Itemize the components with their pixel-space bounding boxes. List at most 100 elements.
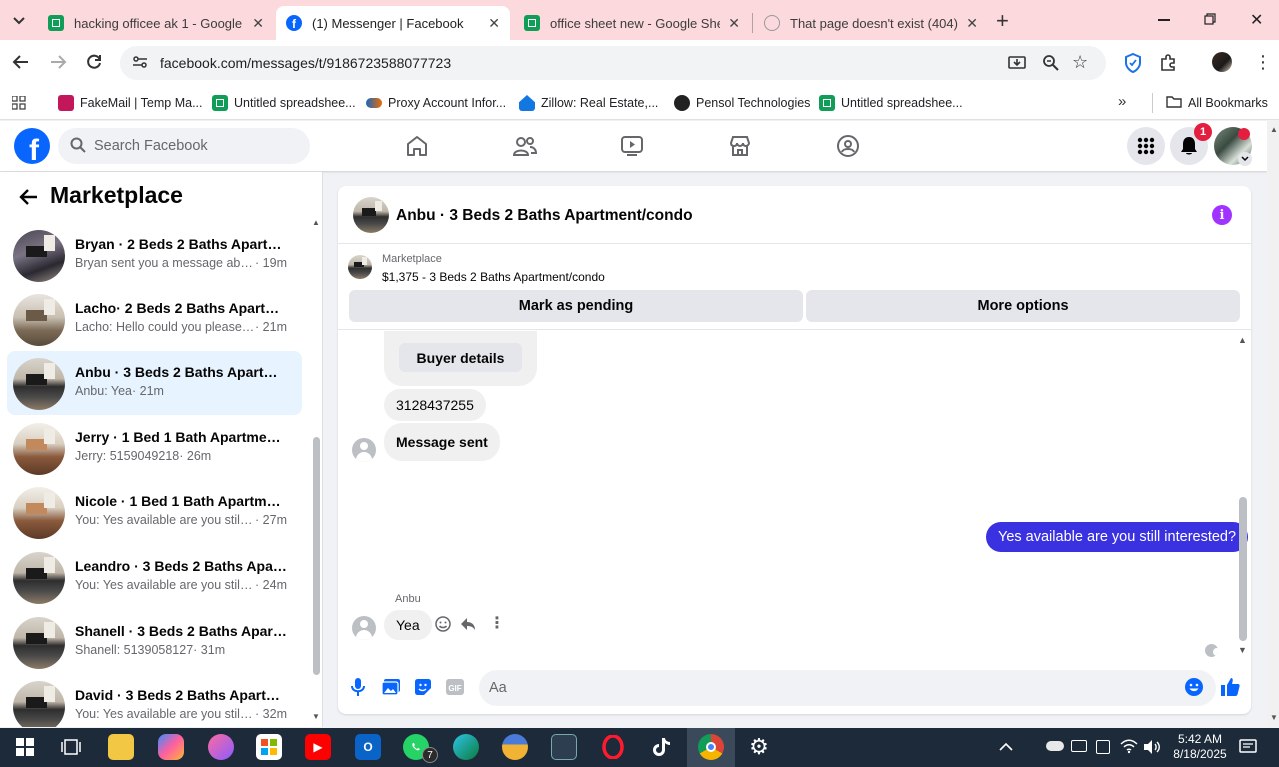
settings-icon[interactable]: ⚙	[746, 734, 772, 760]
vpn-app-icon[interactable]	[551, 734, 577, 760]
medal-app-icon[interactable]	[502, 734, 528, 760]
friends-icon[interactable]	[511, 132, 539, 160]
like-icon[interactable]	[1220, 677, 1240, 697]
new-tab-button[interactable]: +	[996, 8, 1009, 34]
chat-listing-avatar[interactable]	[353, 197, 389, 233]
photo-icon[interactable]	[381, 677, 401, 697]
chat-scrollbar-thumb[interactable]	[1239, 497, 1247, 641]
menu-grid-button[interactable]	[1127, 127, 1165, 165]
site-info-icon[interactable]	[132, 55, 148, 72]
more-actions-icon[interactable]: ⋮	[489, 615, 505, 633]
microsoft-store-icon[interactable]	[256, 734, 282, 760]
message-input[interactable]	[479, 670, 1216, 706]
listing-price-title[interactable]: $1,375 - 3 Beds 2 Baths Apartment/condo	[382, 270, 605, 284]
tab-search-button[interactable]	[10, 12, 28, 30]
conversation-item[interactable]: Lacho· 2 Beds 2 Baths Apartment/condo La…	[7, 287, 302, 351]
close-tab-icon[interactable]: ✕	[728, 15, 740, 32]
tiktok-icon[interactable]	[649, 734, 675, 760]
forward-icon[interactable]	[49, 53, 67, 74]
conversation-item[interactable]: Leandro · 3 Beds 2 Baths Apartment/condo…	[7, 545, 302, 609]
minimize-window-icon[interactable]	[1158, 19, 1170, 21]
onedrive-icon[interactable]	[1046, 741, 1064, 751]
react-icon[interactable]	[434, 615, 452, 636]
zoom-icon[interactable]	[1042, 54, 1060, 75]
conversation-item[interactable]: Nicole · 1 Bed 1 Bath Apartment/condo Yo…	[7, 480, 302, 544]
chat-scroll-up-icon[interactable]: ▲	[1238, 335, 1247, 345]
copilot-icon[interactable]	[158, 734, 184, 760]
emoji-icon[interactable]	[1184, 677, 1204, 697]
chat-title[interactable]: Anbu · 3 Beds 2 Baths Apartment/condo	[396, 207, 693, 225]
opera-icon[interactable]	[600, 734, 626, 760]
microphone-icon[interactable]	[348, 677, 368, 697]
home-icon[interactable]	[403, 132, 431, 160]
search-input[interactable]	[94, 138, 294, 154]
more-bookmarks-icon[interactable]: »	[1118, 93, 1126, 110]
conversation-item[interactable]: David · 3 Beds 2 Baths Apartment/condo Y…	[7, 674, 302, 727]
close-tab-icon[interactable]: ✕	[966, 15, 978, 32]
close-window-icon[interactable]: ✕	[1250, 10, 1263, 30]
conversation-item-selected[interactable]: Anbu · 3 Beds 2 Baths Apartment/condo An…	[7, 351, 302, 415]
conversation-item[interactable]: Jerry · 1 Bed 1 Bath Apartment/condo Jer…	[7, 416, 302, 480]
gif-icon[interactable]: GIF	[445, 677, 465, 697]
paint-icon[interactable]	[208, 734, 234, 760]
tab-office-sheet[interactable]: office sheet new - Google Sheets ✕	[514, 6, 750, 40]
volume-icon[interactable]	[1143, 739, 1161, 758]
groups-icon[interactable]	[834, 132, 862, 160]
restore-window-icon[interactable]	[1204, 13, 1216, 25]
close-tab-icon[interactable]: ✕	[252, 15, 264, 32]
tab-404[interactable]: That page doesn't exist (404) - Facebook…	[754, 6, 988, 40]
reply-icon[interactable]	[459, 615, 477, 636]
wifi-icon[interactable]	[1120, 738, 1138, 757]
address-bar[interactable]: facebook.com/messages/t/9186723588077723…	[120, 46, 1106, 80]
info-icon[interactable]: i	[1212, 205, 1232, 225]
battery-icon[interactable]	[1071, 740, 1087, 752]
bookmark-star-icon[interactable]: ☆	[1072, 52, 1088, 73]
chrome-icon[interactable]	[698, 734, 724, 760]
bookmark-proxy[interactable]: Proxy Account Infor...	[366, 92, 506, 114]
show-hidden-icons[interactable]	[999, 740, 1013, 755]
facebook-search[interactable]	[58, 128, 310, 164]
network-icon[interactable]	[1096, 740, 1110, 754]
sticker-icon[interactable]	[413, 677, 433, 697]
sidebar-scroll-up-icon[interactable]: ▲	[312, 218, 320, 227]
notification-center-icon[interactable]	[1239, 739, 1257, 758]
sidebar-scrollbar-thumb[interactable]	[313, 437, 320, 675]
brave-shield-icon[interactable]	[1124, 52, 1142, 76]
conversation-item[interactable]: Shanell · 3 Beds 2 Baths Apartment/condo…	[7, 610, 302, 674]
tab-messenger[interactable]: f (1) Messenger | Facebook ✕	[276, 6, 510, 40]
page-scrollbar[interactable]: ▲ ▼	[1267, 121, 1279, 727]
tab-hacking-sheet[interactable]: hacking officee ak 1 - Google Sheets ✕	[38, 6, 274, 40]
all-bookmarks-button[interactable]: All Bookmarks	[1166, 92, 1268, 114]
more-options-button[interactable]: More options	[806, 290, 1240, 322]
account-chevron-icon[interactable]	[1238, 152, 1252, 166]
bookmark-fakemail[interactable]: FakeMail | Temp Ma...	[58, 92, 203, 114]
chat-scroll-down-icon[interactable]: ▼	[1238, 645, 1247, 655]
close-tab-icon[interactable]: ✕	[488, 15, 500, 32]
bookmark-pensol[interactable]: Pensol Technologies	[674, 92, 810, 114]
marketplace-icon[interactable]	[726, 132, 754, 160]
bookmark-untitled-sheet-1[interactable]: Untitled spreadshee...	[212, 92, 356, 114]
mark-as-pending-button[interactable]: Mark as pending	[349, 290, 803, 322]
sidebar-scroll-down-icon[interactable]: ▼	[312, 712, 320, 721]
youtube-icon[interactable]: ▶	[305, 734, 331, 760]
reload-icon[interactable]	[85, 53, 103, 74]
task-view-icon[interactable]	[58, 734, 84, 760]
bookmark-untitled-sheet-2[interactable]: Untitled spreadshee...	[819, 92, 963, 114]
conversation-item[interactable]: Bryan · 2 Beds 2 Baths Apartment/condo B…	[7, 223, 302, 287]
install-app-icon[interactable]	[1008, 54, 1026, 75]
edge-icon[interactable]	[453, 734, 479, 760]
profile-avatar[interactable]	[1212, 52, 1232, 72]
bookmark-zillow[interactable]: Zillow: Real Estate,...	[519, 92, 658, 114]
back-icon[interactable]	[12, 53, 30, 74]
facebook-logo-icon[interactable]: f	[14, 128, 50, 164]
apps-grid-icon[interactable]	[11, 95, 26, 113]
browser-menu-icon[interactable]: ⋮	[1254, 53, 1272, 71]
extensions-icon[interactable]	[1159, 53, 1177, 74]
outlook-icon[interactable]: O	[355, 734, 381, 760]
file-explorer-icon[interactable]	[108, 734, 134, 760]
listing-thumbnail[interactable]	[348, 255, 372, 279]
video-icon[interactable]	[618, 132, 646, 160]
windows-start-icon[interactable]	[12, 734, 38, 760]
taskbar-clock[interactable]: 5:42 AM 8/18/2025	[1160, 732, 1240, 762]
buyer-details-button[interactable]: Buyer details	[399, 343, 522, 372]
